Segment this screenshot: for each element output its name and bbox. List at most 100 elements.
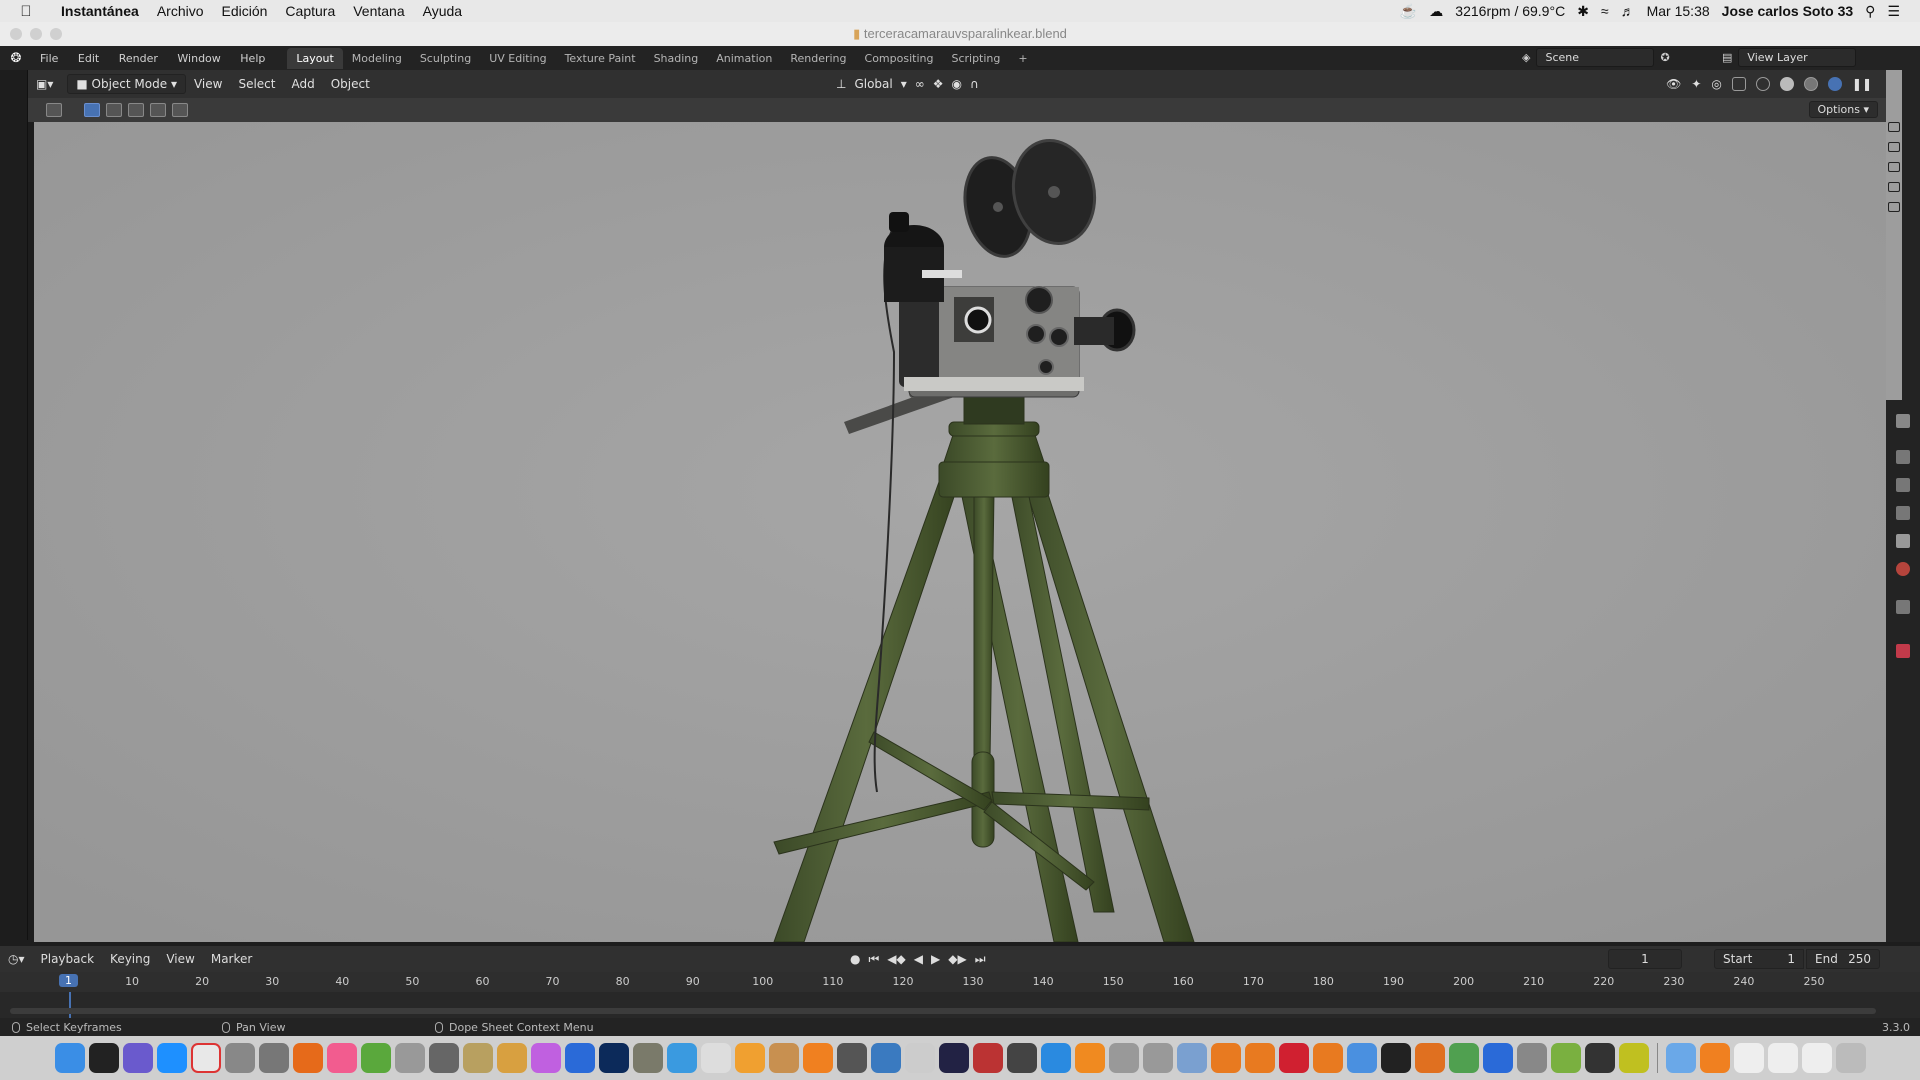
pause-render-icon[interactable]: ❚❚ <box>1852 77 1872 91</box>
zoom-window-button[interactable] <box>50 28 62 40</box>
volume-icon[interactable]: ♬ <box>1621 3 1635 19</box>
tab-sculpting[interactable]: Sculpting <box>411 48 480 69</box>
camera-icon[interactable] <box>1888 162 1900 172</box>
frame-ruler[interactable]: 1 10 20 30 40 50 60 70 80 90 100 110 120 130 140 150 160… <box>0 972 1920 992</box>
terminal-icon[interactable] <box>88 1043 119 1073</box>
jump-end-icon[interactable]: ⏭ <box>975 952 986 967</box>
wifi-icon[interactable]: ≈ <box>1601 3 1609 19</box>
app-icon[interactable] <box>1108 1043 1139 1073</box>
menu-archivo[interactable]: Archivo <box>148 3 213 19</box>
blender-logo-icon[interactable]: ❂ <box>0 51 32 66</box>
scene-icon[interactable]: ◈ <box>1522 51 1530 64</box>
safari-icon[interactable] <box>156 1043 187 1073</box>
rendered-shading-icon[interactable] <box>1827 77 1842 91</box>
menu-edicion[interactable]: Edición <box>213 3 277 19</box>
scene-properties-icon[interactable] <box>1896 534 1910 548</box>
siri-icon[interactable] <box>122 1043 153 1073</box>
start-frame-field[interactable]: Start 1 <box>1714 949 1804 969</box>
document-icon[interactable] <box>1733 1043 1764 1073</box>
folder-icon[interactable] <box>1665 1043 1696 1073</box>
texture-properties-icon[interactable] <box>1896 644 1910 658</box>
select-subtract-icon[interactable] <box>128 103 144 117</box>
tab-layout[interactable]: Layout <box>287 47 343 69</box>
android-icon[interactable] <box>1550 1043 1581 1073</box>
vlc-icon[interactable] <box>802 1043 833 1073</box>
tab-compositing[interactable]: Compositing <box>856 48 943 69</box>
spotlight-search-icon[interactable]: ⚲ <box>1865 3 1875 20</box>
menu-app-name[interactable]: Instantánea <box>52 3 148 19</box>
app-icon[interactable] <box>394 1043 425 1073</box>
books-icon[interactable] <box>1074 1043 1105 1073</box>
app-icon[interactable] <box>768 1043 799 1073</box>
select-extend-icon[interactable] <box>106 103 122 117</box>
tool-properties-icon[interactable] <box>1896 414 1910 428</box>
fan-status[interactable]: 3216rpm / 69.9°C <box>1455 3 1565 19</box>
app-icon[interactable] <box>428 1043 459 1073</box>
menu-ventana[interactable]: Ventana <box>344 3 413 19</box>
system-preferences-icon[interactable] <box>836 1043 867 1073</box>
menu-object[interactable]: Object <box>323 75 378 93</box>
next-keyframe-icon[interactable]: ◆▶ <box>948 952 966 966</box>
trash-icon[interactable] <box>1835 1043 1866 1073</box>
options-dropdown[interactable]: Options ▾ <box>1808 101 1878 118</box>
play-reverse-icon[interactable]: ◀ <box>914 952 923 966</box>
menu-playback[interactable]: Playback <box>33 952 103 966</box>
3d-viewport[interactable] <box>34 122 1886 942</box>
falloff-icon[interactable]: ∩ <box>970 77 979 91</box>
menu-captura[interactable]: Captura <box>276 3 344 19</box>
bluetooth-app-icon[interactable] <box>1482 1043 1513 1073</box>
overlay-icon[interactable]: ◎ <box>1711 77 1721 91</box>
tab-uv-editing[interactable]: UV Editing <box>480 48 555 69</box>
finder-icon[interactable] <box>54 1043 85 1073</box>
menu-edit[interactable]: Edit <box>70 52 107 65</box>
affinity-icon[interactable] <box>530 1043 561 1073</box>
view-layer-properties-icon[interactable] <box>1896 506 1910 520</box>
wireframe-shading-icon[interactable] <box>1755 77 1770 91</box>
camera-icon[interactable] <box>1888 122 1900 132</box>
blender-icon[interactable] <box>1312 1043 1343 1073</box>
app-icon[interactable] <box>666 1043 697 1073</box>
menu-keying[interactable]: Keying <box>102 952 158 966</box>
app-icon[interactable] <box>972 1043 1003 1073</box>
view-layer-icon[interactable]: ▤ <box>1722 51 1732 64</box>
music-icon[interactable] <box>326 1043 357 1073</box>
snap-icon[interactable]: ❖ <box>933 77 944 91</box>
menu-add[interactable]: Add <box>283 75 322 93</box>
current-frame-field[interactable]: 1 <box>1608 949 1682 969</box>
menu-view-timeline[interactable]: View <box>158 952 202 966</box>
tab-shading[interactable]: Shading <box>645 48 708 69</box>
select-new-icon[interactable] <box>84 103 100 117</box>
app-icon[interactable] <box>904 1043 935 1073</box>
editor-type-icon[interactable]: ▣▾ <box>28 75 61 93</box>
end-frame-field[interactable]: End 250 <box>1806 949 1880 969</box>
app-icon[interactable] <box>224 1043 255 1073</box>
tab-animation[interactable]: Animation <box>707 48 781 69</box>
mode-dropdown[interactable]: ■ Object Mode ▾ <box>67 74 186 94</box>
cloud-icon[interactable]: ☁ <box>1429 3 1443 20</box>
select-invert-icon[interactable] <box>150 103 166 117</box>
view-layer-field[interactable]: View Layer <box>1738 48 1857 67</box>
app-icon[interactable] <box>564 1043 595 1073</box>
menu-file[interactable]: File <box>32 52 66 65</box>
output-properties-icon[interactable] <box>1896 478 1910 492</box>
tweak-tool-icon[interactable] <box>46 103 62 117</box>
menu-render[interactable]: Render <box>111 52 166 65</box>
clock[interactable]: Mar 15:38 <box>1647 3 1710 19</box>
app-icon[interactable] <box>1346 1043 1377 1073</box>
firefox-icon[interactable] <box>292 1043 323 1073</box>
blender-icon[interactable] <box>1210 1043 1241 1073</box>
app-icon[interactable] <box>1414 1043 1445 1073</box>
camera-icon[interactable] <box>1888 182 1900 192</box>
document-icon[interactable] <box>1801 1043 1832 1073</box>
app-icon[interactable] <box>938 1043 969 1073</box>
trophy-icon[interactable]: ☕ <box>1400 3 1417 20</box>
app-icon[interactable] <box>496 1043 527 1073</box>
material-preview-icon[interactable] <box>1803 77 1818 91</box>
app-icon[interactable] <box>1278 1043 1309 1073</box>
menu-window[interactable]: Window <box>169 52 228 65</box>
user-name[interactable]: Jose carlos Soto 33 <box>1722 3 1854 19</box>
pivot-icon[interactable]: ∞ <box>915 77 925 91</box>
utorrent-icon[interactable] <box>360 1043 391 1073</box>
app-icon[interactable] <box>1006 1043 1037 1073</box>
current-frame-marker[interactable]: 1 <box>59 974 78 987</box>
